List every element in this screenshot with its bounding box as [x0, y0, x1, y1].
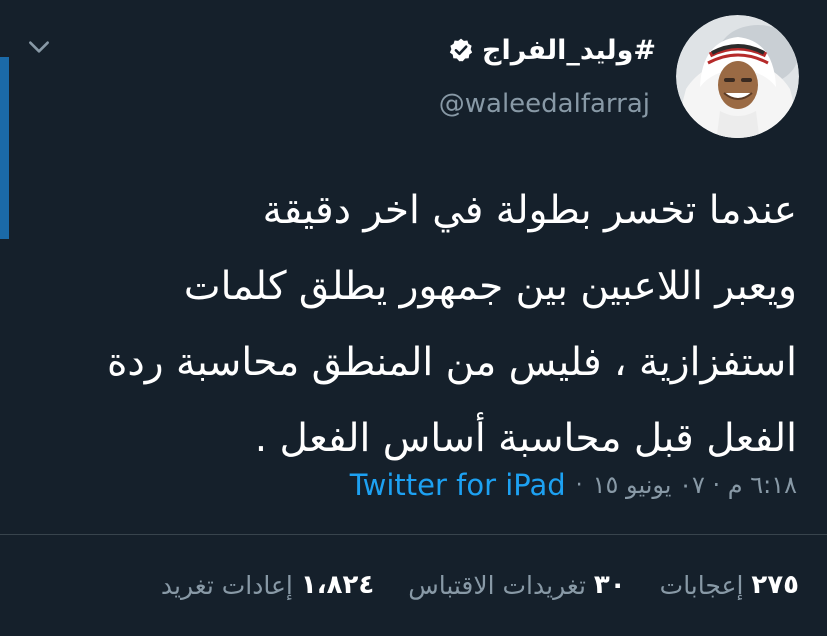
chevron-down-icon[interactable]	[26, 34, 52, 60]
quotes-label: تغريدات الاقتباس	[408, 570, 586, 600]
avatar-image	[676, 15, 799, 138]
quotes-count: ٣٠	[593, 570, 626, 600]
divider	[0, 534, 827, 535]
focus-indicator-bar	[0, 57, 9, 239]
quotes-stat[interactable]: ٣٠ تغريدات الاقتباس	[408, 570, 625, 600]
tweet-text-line: استفزازية ، فليس من المنطق محاسبة ردة	[106, 340, 797, 385]
author-display-name[interactable]: #وليد_الفراج	[482, 35, 656, 66]
author-handle[interactable]: @waleedalfarraj	[439, 89, 650, 119]
author-name-row[interactable]: #وليد_الفراج	[448, 32, 656, 68]
tweet-source-link[interactable]: Twitter for iPad	[350, 468, 566, 502]
verified-badge-icon	[449, 38, 473, 62]
likes-count: ٢٧٥	[751, 570, 799, 600]
retweets-label: إعادات تغريد	[160, 570, 293, 600]
tweet-stats: ١،٨٢٤ إعادات تغريد ٣٠ تغريدات الاقتباس ٢…	[161, 563, 799, 607]
tweet-text-line: عندما تخسر بطولة في اخر دقيقة	[262, 188, 797, 233]
likes-stat[interactable]: ٢٧٥ إعجابات	[660, 570, 799, 600]
tweet-text-line: ويعبر اللاعبين بين جمهور يطلق كلمات	[183, 264, 797, 309]
tweet-meta: Twitter for iPad · ٦:١٨ م · ٠٧ يونيو ١٥	[350, 463, 797, 507]
tweet-detail-view: #وليد_الفراج @waleedalfarraj عندما تخسر …	[0, 0, 827, 636]
tweet-text: عندما تخسر بطولة في اخر دقيقة ويعبر اللا…	[17, 173, 797, 477]
retweets-stat[interactable]: ١،٨٢٤ إعادات تغريد	[161, 570, 374, 600]
tweet-timestamp[interactable]: ٦:١٨ م · ٠٧ يونيو ١٥	[593, 471, 797, 499]
retweets-count: ١،٨٢٤	[300, 570, 375, 600]
likes-label: إعجابات	[659, 570, 744, 600]
meta-separator: ·	[575, 472, 583, 498]
avatar[interactable]	[676, 15, 799, 138]
